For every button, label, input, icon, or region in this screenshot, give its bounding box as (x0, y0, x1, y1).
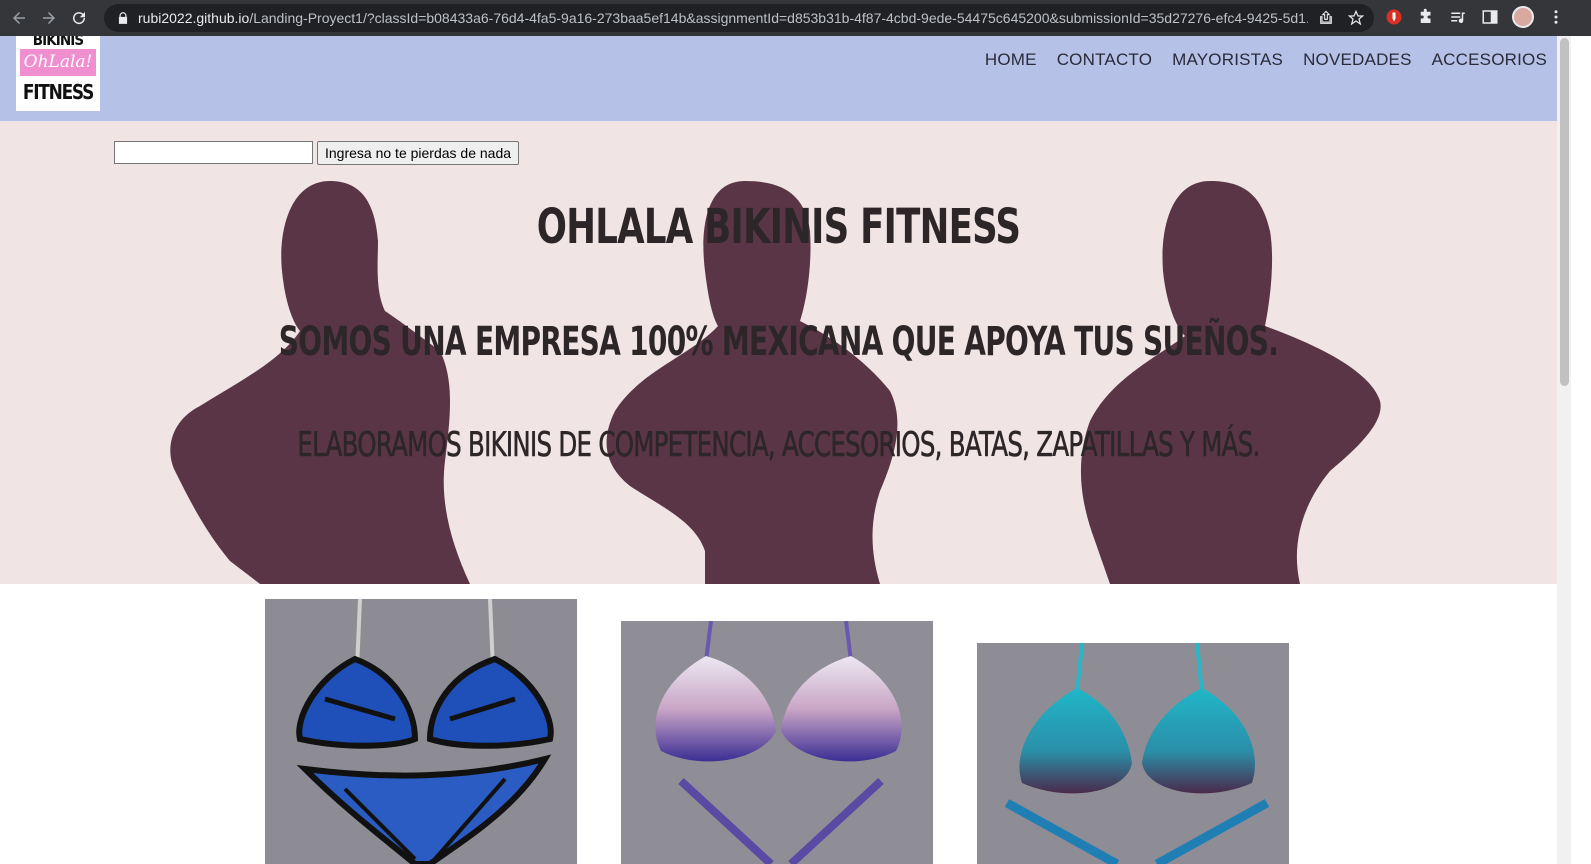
back-button[interactable] (6, 5, 32, 31)
lock-icon (118, 12, 128, 24)
nav-contacto[interactable]: CONTACTO (1057, 50, 1152, 70)
nav-mayoristas[interactable]: MAYORISTAS (1172, 50, 1283, 70)
browser-toolbar: rubi2022.github.io/Landing-Proyect1/?cla… (0, 0, 1591, 36)
logo-line3: FITNESS (22, 80, 94, 104)
logo-line2: OhLala! (20, 49, 96, 76)
page-scrollbar[interactable] (1557, 36, 1571, 864)
logo-line1: BIKINIS (32, 36, 84, 49)
media-queue-icon[interactable] (1448, 6, 1468, 28)
page-viewport: BIKINIS OhLala! FITNESS HOME CONTACTO MA… (0, 36, 1557, 864)
products-gallery (0, 584, 1557, 864)
window-gutter (1571, 36, 1591, 864)
product-card-2[interactable] (621, 621, 933, 864)
forward-button[interactable] (36, 5, 62, 31)
nav-novedades[interactable]: NOVEDADES (1303, 50, 1412, 70)
subscribe-button[interactable]: Ingresa no te pierdas de nada (317, 141, 520, 165)
side-panel-icon[interactable] (1480, 6, 1500, 28)
teal-crystal-bikini-image (977, 643, 1289, 864)
arrow-left-icon (13, 12, 25, 24)
menu-kebab-icon[interactable] (1546, 6, 1566, 28)
purple-ombre-bikini-image (621, 621, 933, 864)
nav-home[interactable]: HOME (985, 50, 1037, 70)
hero-title: OHLALA BIKINIS FITNESS (536, 199, 1021, 255)
arrow-right-icon (43, 12, 55, 24)
url-text: rubi2022.github.io/Landing-Proyect1/?cla… (138, 10, 1308, 26)
share-icon[interactable] (1318, 10, 1334, 26)
reload-icon (73, 12, 86, 25)
nav-accesorios[interactable]: ACCESORIOS (1432, 50, 1547, 70)
product-card-1[interactable] (265, 599, 577, 864)
hero-banner: Ingresa no te pierdas de nada OHLALA BIK… (0, 121, 1557, 584)
logo[interactable]: BIKINIS OhLala! FITNESS (16, 36, 100, 111)
product-card-3[interactable] (977, 643, 1289, 864)
bookmark-star-icon[interactable] (1348, 10, 1364, 26)
extensions-puzzle-icon[interactable] (1416, 6, 1436, 28)
reload-button[interactable] (66, 5, 92, 31)
profile-avatar[interactable] (1512, 6, 1534, 28)
hero-tagline: ELABORAMOS BIKINIS DE COMPETENCIA, ACCES… (297, 425, 1260, 466)
site-header: BIKINIS OhLala! FITNESS HOME CONTACTO MA… (0, 36, 1557, 121)
hero-subtitle: SOMOS UNA EMPRESA 100% MEXICANA QUE APOY… (278, 319, 1279, 365)
main-nav: HOME CONTACTO MAYORISTAS NOVEDADES ACCES… (985, 50, 1547, 70)
subscribe-form: Ingresa no te pierdas de nada (114, 141, 520, 165)
address-bar[interactable]: rubi2022.github.io/Landing-Proyect1/?cla… (104, 4, 1374, 32)
subscribe-input[interactable] (114, 141, 313, 164)
extension-red-icon[interactable] (1384, 6, 1404, 28)
blue-butterfly-bikini-image (265, 599, 577, 864)
scroll-thumb[interactable] (1560, 38, 1569, 386)
